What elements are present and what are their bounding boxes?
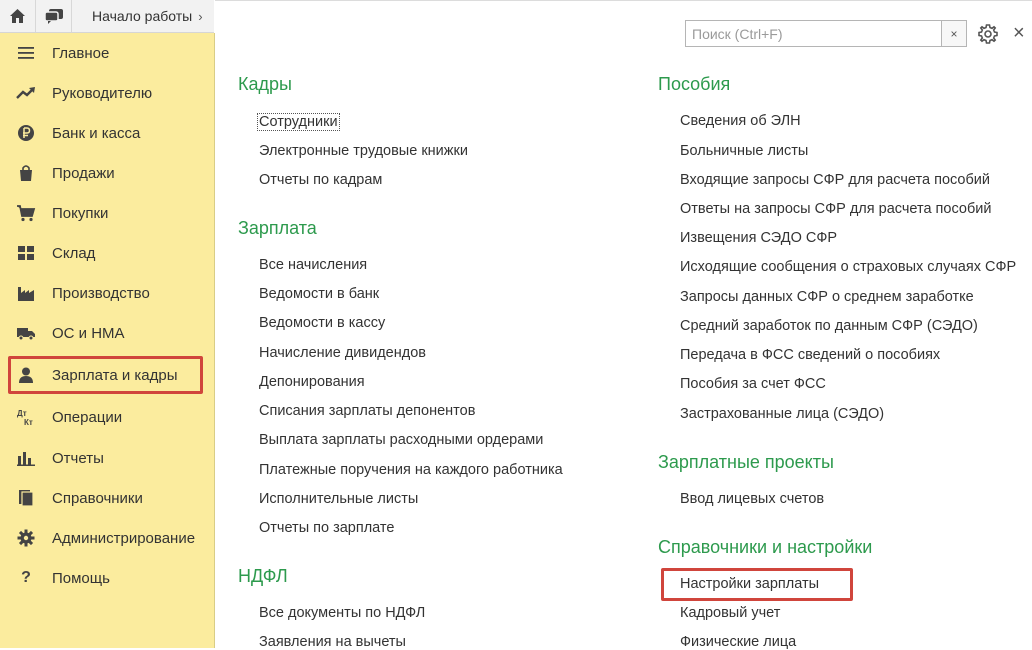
link-sfr-request-answers[interactable]: Ответы на запросы СФР для расчета пособи… [680, 201, 991, 217]
link-sick-leaves[interactable]: Больничные листы [680, 143, 808, 159]
sidebar-item-label: Руководителю [52, 84, 153, 102]
sidebar-item-directories[interactable]: Справочники [0, 478, 214, 518]
section-title-posobiya: Пособия [658, 74, 731, 94]
link-bank-statements[interactable]: Ведомости в банк [259, 286, 379, 302]
sidebar-item-label: Склад [52, 244, 96, 262]
sidebar-item-reports[interactable]: Отчеты [0, 438, 214, 478]
cart-icon [16, 203, 36, 223]
sidebar-item-label: Помощь [52, 569, 110, 587]
sidebar-item-production[interactable]: Производство [0, 273, 214, 313]
section-title-kadry: Кадры [238, 74, 292, 94]
menu-lines-icon [16, 43, 36, 63]
sidebar: Главное Руководителю Банк и касса Продаж… [0, 33, 215, 648]
section-title-zp-projects: Зарплатные проекты [658, 452, 834, 472]
sidebar-item-main[interactable]: Главное [0, 33, 214, 73]
link-deponent-writeoffs[interactable]: Списания зарплаты депонентов [259, 403, 475, 419]
sidebar-item-help[interactable]: ? Помощь [0, 558, 214, 598]
sidebar-item-label: Справочники [52, 489, 143, 507]
link-payment-orders-per-employee[interactable]: Платежные поручения на каждого работника [259, 462, 563, 478]
home-icon [10, 9, 25, 23]
link-sfr-incoming-requests[interactable]: Входящие запросы СФР для расчета пособий [680, 172, 990, 188]
home-button[interactable] [0, 0, 36, 32]
link-fss-benefit-transfer[interactable]: Передача в ФСС сведений о пособиях [680, 347, 940, 363]
bar-chart-icon [16, 448, 36, 468]
sidebar-item-label: Покупки [52, 204, 109, 222]
gear-icon [16, 528, 36, 548]
ruble-coin-icon [16, 123, 36, 143]
search-input[interactable] [686, 21, 941, 46]
sidebar-item-bank[interactable]: Банк и касса [0, 113, 214, 153]
sidebar-item-label: Продажи [52, 164, 115, 182]
sidebar-item-label: Производство [52, 284, 150, 302]
link-dividends[interactable]: Начисление дивидендов [259, 345, 426, 361]
sidebar-item-label: Администрирование [52, 529, 196, 547]
link-personal-accounts[interactable]: Ввод лицевых счетов [680, 491, 824, 507]
link-average-earnings-sedo[interactable]: Средний заработок по данным СФР (СЭДО) [680, 318, 978, 334]
sidebar-item-purchases[interactable]: Покупки [0, 193, 214, 233]
link-insured-persons[interactable]: Застрахованные лица (СЭДО) [680, 406, 884, 422]
sidebar-item-label: Операции [52, 408, 123, 426]
link-fss-benefits[interactable]: Пособия за счет ФСС [680, 376, 826, 392]
warehouse-grid-icon [16, 243, 36, 263]
tab-start-label: Начало работы [92, 8, 193, 24]
sidebar-item-label: Отчеты [52, 449, 104, 467]
highlight-salary-settings [661, 568, 853, 601]
sidebar-item-label: Главное [52, 44, 110, 62]
link-cash-statements[interactable]: Ведомости в кассу [259, 315, 385, 331]
chevron-right-icon: › [198, 8, 203, 24]
messages-button[interactable] [36, 0, 72, 32]
dt-kt-icon: Дт Кт [16, 407, 36, 427]
highlight-salary-hr [8, 356, 203, 394]
link-writs-of-execution[interactable]: Исполнительные листы [259, 491, 418, 507]
link-hr-reports[interactable]: Отчеты по кадрам [259, 172, 382, 188]
section-title-ndfl: НДФЛ [238, 566, 288, 586]
link-salary-reports[interactable]: Отчеты по зарплате [259, 520, 394, 536]
sidebar-item-warehouse[interactable]: Склад [0, 233, 214, 273]
chat-icon [43, 8, 63, 24]
link-outgoing-insurance-messages[interactable]: Исходящие сообщения о страховых случаях … [680, 259, 1016, 275]
sidebar-item-label: Банк и касса [52, 124, 141, 142]
books-icon [16, 488, 36, 508]
question-icon: ? [21, 569, 31, 586]
link-employees[interactable]: Сотрудники [257, 113, 340, 131]
sidebar-item-label: ОС и НМА [52, 324, 125, 342]
sidebar-item-assets[interactable]: ОС и НМА [0, 313, 214, 353]
search-box: × [685, 20, 967, 47]
tab-start-page[interactable]: Начало работы › [82, 0, 214, 32]
sidebar-item-sales[interactable]: Продажи [0, 153, 214, 193]
svg-text:Дт: Дт [17, 409, 27, 418]
link-eln-info[interactable]: Сведения об ЭЛН [680, 113, 801, 129]
link-electronic-work-books[interactable]: Электронные трудовые книжки [259, 143, 468, 159]
main-content: × × Кадры Сотрудники Электронные трудовы… [215, 0, 1032, 650]
clear-search-button[interactable]: × [941, 21, 966, 46]
section-title-zarplata: Зарплата [238, 218, 317, 238]
link-sedo-notices[interactable]: Извещения СЭДО СФР [680, 230, 837, 246]
settings-gear-icon[interactable] [977, 23, 999, 45]
link-hr-accounting[interactable]: Кадровый учет [680, 605, 780, 621]
link-cash-order-payments[interactable]: Выплата зарплаты расходными ордерами [259, 432, 543, 448]
link-all-ndfl-documents[interactable]: Все документы по НДФЛ [259, 605, 425, 621]
link-sfr-average-earnings-requests[interactable]: Запросы данных СФР о среднем заработке [680, 289, 974, 305]
shopping-bag-icon [16, 163, 36, 183]
top-bar: Начало работы › [0, 0, 214, 33]
link-all-accruals[interactable]: Все начисления [259, 257, 367, 273]
close-icon[interactable]: × [1013, 22, 1032, 44]
truck-icon [16, 323, 36, 343]
section-title-settings: Справочники и настройки [658, 537, 873, 557]
sidebar-item-operations[interactable]: Дт Кт Операции [0, 397, 214, 437]
factory-icon [16, 283, 36, 303]
sidebar-item-administration[interactable]: Администрирование [0, 518, 214, 558]
sidebar-item-manager[interactable]: Руководителю [0, 73, 214, 113]
link-depositing[interactable]: Депонирования [259, 374, 365, 390]
trend-up-icon [16, 83, 36, 103]
svg-text:Кт: Кт [24, 418, 33, 426]
